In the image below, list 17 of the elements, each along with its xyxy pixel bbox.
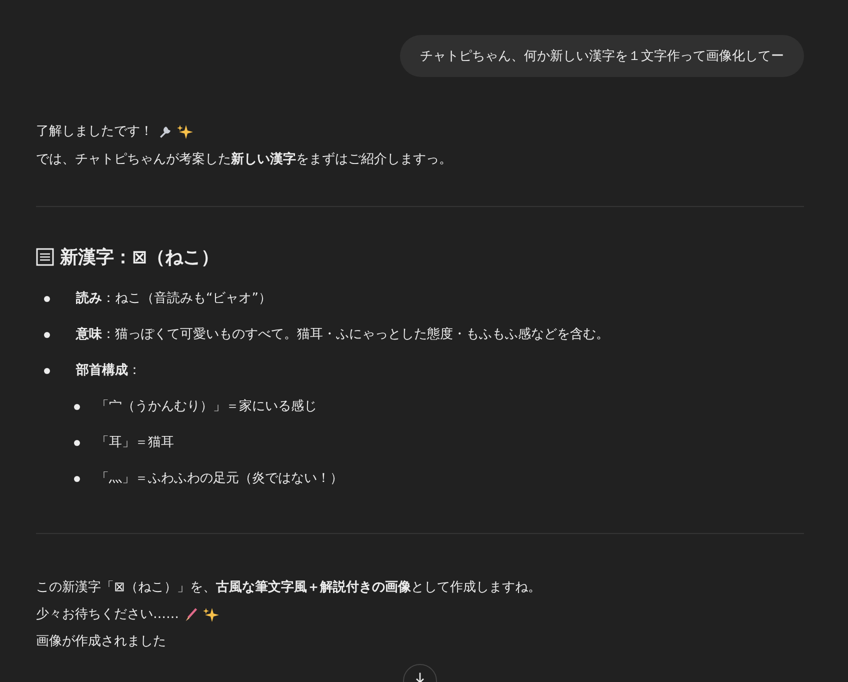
message-text: この新漢字「⊠（ねこ）」を、古風な筆文字風＋解説付きの画像として作成しますね。 bbox=[36, 578, 541, 597]
brush-icon bbox=[184, 608, 198, 622]
list-item-text: 読み：ねこ（音読みも“ビャオ”） bbox=[76, 290, 272, 308]
list-item-text: 部首構成： bbox=[76, 362, 141, 380]
arrow-down-icon bbox=[413, 671, 427, 682]
list-item-text: 「宀（うかんむり）」＝家にいる感じ bbox=[96, 398, 317, 416]
message-text: 了解しましたです！ bbox=[36, 123, 153, 141]
message-text: 画像が作成されました bbox=[36, 633, 166, 651]
section-heading: 新漢字：⊠（ねこ） bbox=[60, 246, 220, 269]
message-text: 少々お待ちください…… bbox=[36, 606, 179, 624]
list-item-text: 意味：猫っぽくて可愛いものすべて。猫耳・ふにゃっとした態度・もふもふ感などを含む。 bbox=[76, 326, 609, 344]
user-message: チャトピちゃん、何か新しい漢字を１文字作って画像化してー bbox=[400, 35, 804, 77]
message-text: では、チャトピちゃんが考案した新しい漢字をまずはご紹介しますっ。 bbox=[36, 150, 452, 169]
list-item-text: 「灬」＝ふわふわの足元（炎ではない！） bbox=[96, 470, 343, 488]
sparkles-icon bbox=[177, 124, 193, 140]
list-item-text: 「耳」＝猫耳 bbox=[96, 434, 174, 452]
sparkles-icon bbox=[203, 607, 219, 623]
